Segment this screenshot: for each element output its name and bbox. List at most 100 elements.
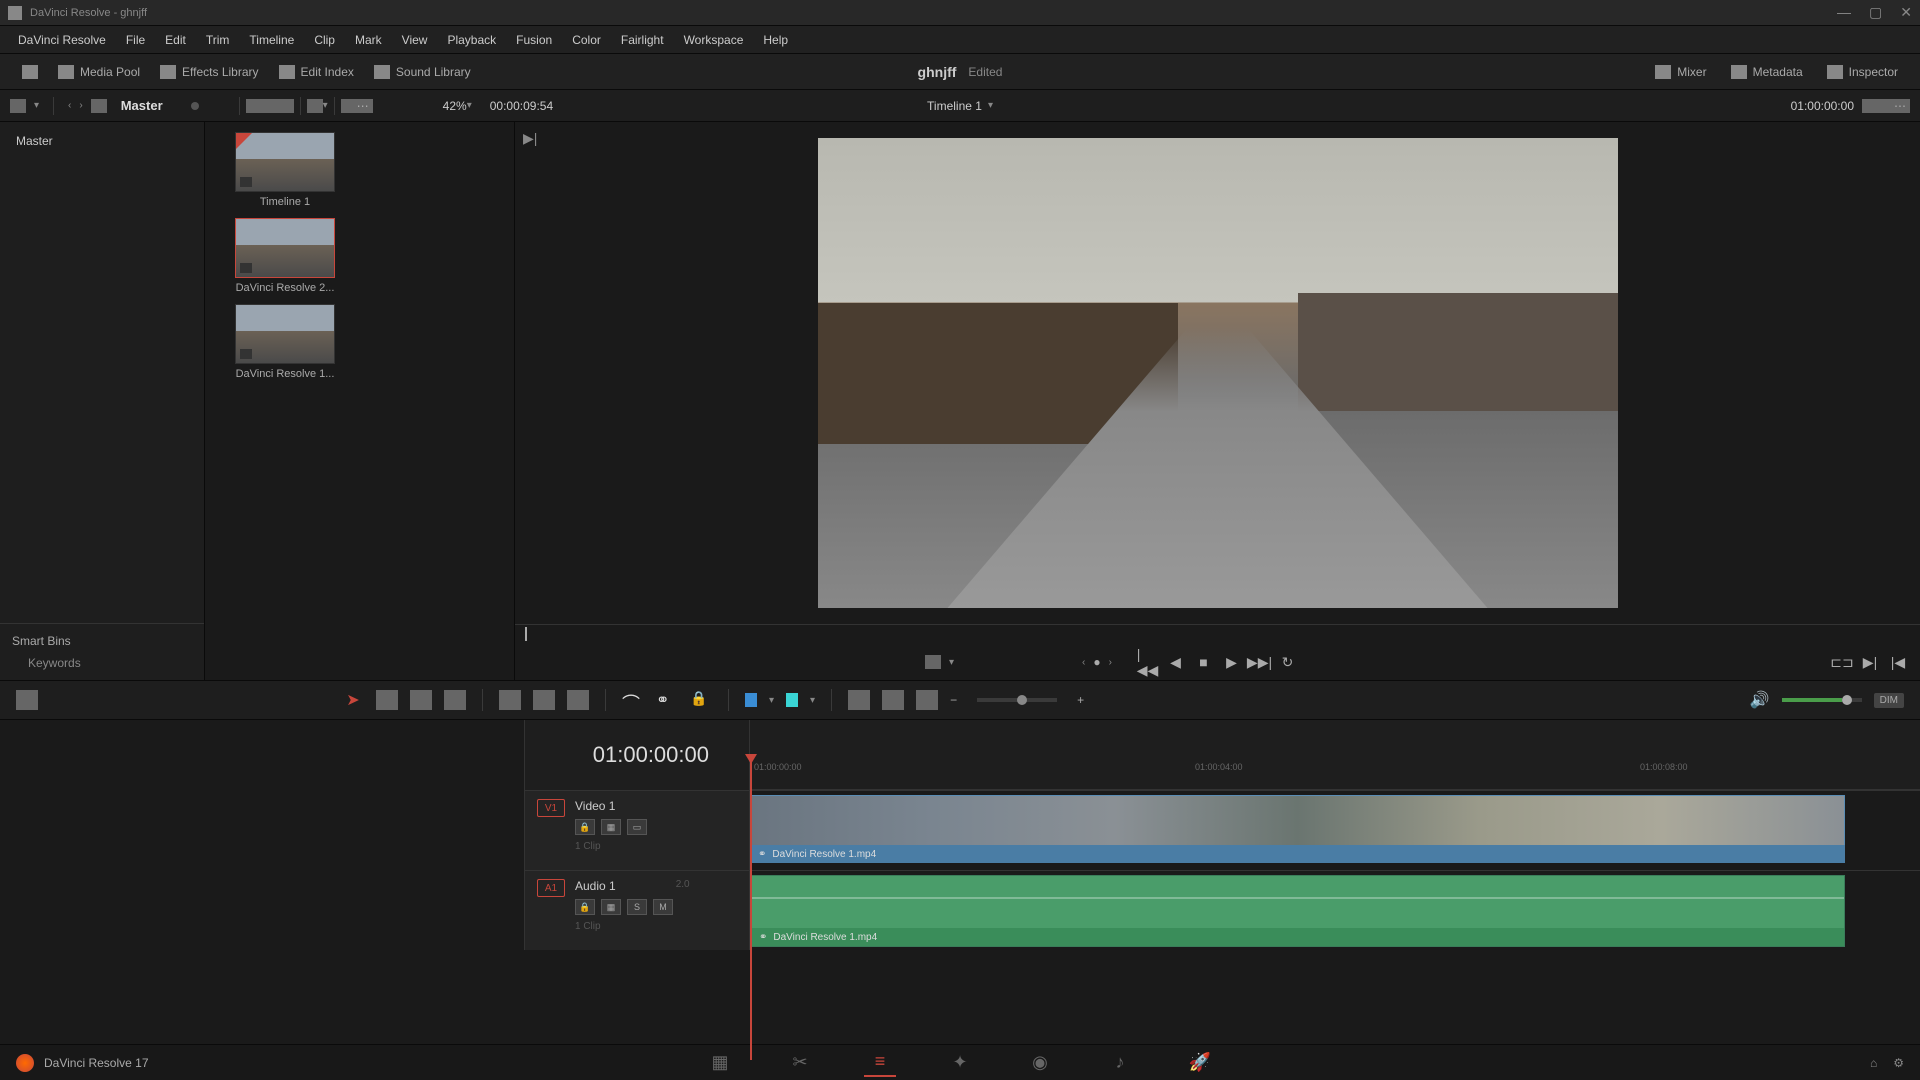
menu-trim[interactable]: Trim	[196, 29, 240, 51]
audio-clip[interactable]: ⚭DaVinci Resolve 1.mp4	[750, 875, 1845, 947]
metadata-toggle[interactable]: Metadata	[1721, 61, 1813, 83]
zoom-out-button[interactable]: −	[950, 693, 957, 707]
loop-button[interactable]: ↻	[1278, 652, 1298, 672]
video-clip[interactable]	[750, 795, 1845, 847]
minimize-button[interactable]: —	[1837, 4, 1851, 21]
cut-page-tab[interactable]: ✂	[784, 1049, 816, 1077]
bin-master[interactable]: Master	[12, 130, 192, 152]
zoom-percent[interactable]: 42%	[443, 99, 467, 113]
menu-playback[interactable]: Playback	[437, 29, 506, 51]
snap-toggle[interactable]: ⌒	[622, 690, 644, 710]
play-around-button[interactable]: ⊏⊐	[1832, 652, 1852, 672]
sync-icon[interactable]	[1862, 99, 1878, 113]
timeline-tracks[interactable]: 01:00:00:00 01:00:04:00 01:00:08:00 ⚭DaV…	[750, 720, 1920, 1060]
deliver-page-tab[interactable]: 🚀	[1184, 1049, 1216, 1077]
clip-video-2[interactable]: DaVinci Resolve 2...	[215, 218, 355, 294]
keyboard-icon[interactable]	[16, 690, 38, 710]
audio-track-row[interactable]: ⚭DaVinci Resolve 1.mp4	[750, 870, 1920, 950]
list-view-icon[interactable]	[278, 99, 294, 113]
insert-tool[interactable]	[499, 690, 521, 710]
track-tag-a1[interactable]: A1	[537, 879, 565, 897]
link-toggle[interactable]: ⚭	[656, 690, 678, 710]
refresh-icon[interactable]	[91, 99, 107, 113]
next-edit-button[interactable]: ▶|	[1860, 652, 1880, 672]
home-icon[interactable]: ⌂	[1870, 1056, 1877, 1070]
volume-slider[interactable]	[1782, 698, 1862, 702]
media-pool-toggle[interactable]: Media Pool	[48, 61, 150, 83]
audio-track-header[interactable]: A1 Audio 12.0 🔒 ▦ S M 1 Clip	[525, 870, 750, 950]
menu-view[interactable]: View	[392, 29, 438, 51]
flag-cyan-icon[interactable]	[786, 693, 798, 707]
menu-clip[interactable]: Clip	[304, 29, 345, 51]
nav-fwd-icon[interactable]: ›	[79, 100, 82, 111]
zoom-dropdown-icon[interactable]: ▾	[467, 100, 472, 111]
zoom-in-button[interactable]: +	[1077, 693, 1084, 707]
chevron-down-icon[interactable]: ▾	[810, 695, 815, 706]
mixer-toggle[interactable]: Mixer	[1645, 61, 1716, 83]
menu-fusion[interactable]: Fusion	[506, 29, 562, 51]
menu-davinci[interactable]: DaVinci Resolve	[8, 29, 116, 51]
play-button[interactable]: ▶	[1222, 652, 1242, 672]
viewer-scrubber[interactable]	[515, 624, 1920, 644]
prev-marker-icon[interactable]: ‹	[1082, 657, 1085, 668]
sort-icon[interactable]	[341, 99, 357, 113]
go-end-button[interactable]: ▶▶|	[1250, 652, 1270, 672]
viewer-image[interactable]	[818, 138, 1618, 608]
stop-button[interactable]: ■	[1194, 652, 1214, 672]
auto-select-button[interactable]: ▦	[601, 819, 621, 835]
menu-edit[interactable]: Edit	[155, 29, 196, 51]
settings-icon[interactable]: ⚙	[1893, 1056, 1904, 1070]
next-marker-icon[interactable]: ›	[1109, 657, 1112, 668]
search-dropdown-icon[interactable]: ▾	[323, 100, 328, 111]
fusion-page-tab[interactable]: ✦	[944, 1049, 976, 1077]
close-button[interactable]: ✕	[1900, 4, 1912, 21]
timeline-ruler[interactable]: 01:00:00:00 01:00:04:00 01:00:08:00	[750, 720, 1920, 790]
mute-button[interactable]: M	[653, 899, 673, 915]
go-start-button[interactable]: |◀◀	[1138, 652, 1158, 672]
options-icon[interactable]: ⋯	[357, 99, 373, 113]
blade-tool[interactable]	[444, 690, 466, 710]
smartbin-keywords[interactable]: Keywords	[12, 656, 192, 670]
chevron-down-icon[interactable]: ▾	[949, 657, 954, 668]
sound-library-toggle[interactable]: Sound Library	[364, 61, 481, 83]
solo-button[interactable]: S	[627, 899, 647, 915]
flag-blue-icon[interactable]	[745, 693, 757, 707]
fairlight-page-tab[interactable]: ♪	[1104, 1049, 1136, 1077]
menu-help[interactable]: Help	[753, 29, 798, 51]
dual-view-icon[interactable]	[1878, 99, 1894, 113]
auto-select-button[interactable]: ▦	[601, 899, 621, 915]
zoom-full-icon[interactable]	[916, 690, 938, 710]
trim-tool[interactable]	[376, 690, 398, 710]
menu-timeline[interactable]: Timeline	[239, 29, 304, 51]
volume-icon[interactable]: 🔊	[1750, 690, 1770, 710]
menu-mark[interactable]: Mark	[345, 29, 392, 51]
match-frame-icon[interactable]: ▶|	[523, 130, 537, 147]
lock-toggle[interactable]: 🔒	[690, 690, 712, 710]
zoom-slider[interactable]	[977, 698, 1057, 702]
disable-track-button[interactable]: ▭	[627, 819, 647, 835]
clip-video-1[interactable]: DaVinci Resolve 1...	[215, 304, 355, 380]
playhead[interactable]	[750, 762, 752, 1060]
crop-icon[interactable]	[925, 655, 941, 669]
lock-track-button[interactable]: 🔒	[575, 819, 595, 835]
track-tag-v1[interactable]: V1	[537, 799, 565, 817]
clip-timeline-1[interactable]: Timeline 1	[215, 132, 355, 208]
thumbnail-view-icon[interactable]	[246, 99, 262, 113]
menu-color[interactable]: Color	[562, 29, 611, 51]
timeline-selector[interactable]: Timeline 1 ▾	[927, 99, 993, 113]
menu-file[interactable]: File	[116, 29, 155, 51]
menu-workspace[interactable]: Workspace	[674, 29, 754, 51]
viewer-options-icon[interactable]: ⋯	[1894, 99, 1910, 113]
lock-track-button[interactable]: 🔒	[575, 899, 595, 915]
chevron-down-icon[interactable]: ▾	[34, 100, 39, 111]
color-page-tab[interactable]: ◉	[1024, 1049, 1056, 1077]
overwrite-tool[interactable]	[533, 690, 555, 710]
dynamic-trim-tool[interactable]	[410, 690, 432, 710]
video-track-row[interactable]: ⚭DaVinci Resolve 1.mp4	[750, 790, 1920, 870]
breadcrumb[interactable]: Master	[121, 98, 163, 113]
nav-back-icon[interactable]: ‹	[68, 100, 71, 111]
chevron-down-icon[interactable]: ▾	[769, 695, 774, 706]
fullscreen-button[interactable]	[12, 61, 48, 83]
inspector-toggle[interactable]: Inspector	[1817, 61, 1908, 83]
effects-library-toggle[interactable]: Effects Library	[150, 61, 268, 83]
